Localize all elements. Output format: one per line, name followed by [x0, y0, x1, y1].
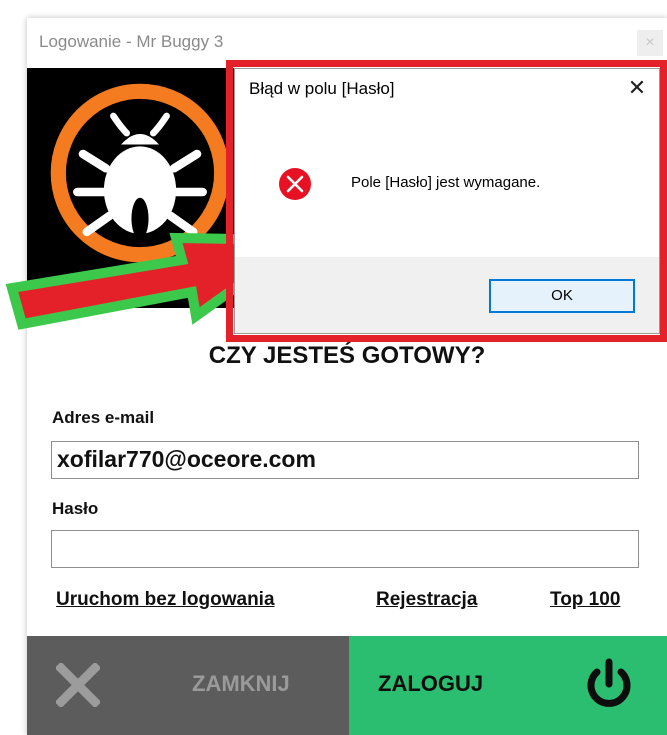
register-link[interactable]: Rejestracja: [376, 589, 477, 611]
dialog-message: Pole [Hasło] jest wymagane.: [351, 174, 541, 191]
ok-button[interactable]: OK: [489, 279, 635, 313]
password-label: Hasło: [52, 499, 99, 518]
login-button[interactable]: ZALOGUJ: [349, 636, 667, 735]
error-icon: [279, 168, 311, 200]
window-close-button[interactable]: ×: [637, 30, 663, 56]
window-title: Logowanie - Mr Buggy 3: [39, 32, 224, 51]
run-without-login-link[interactable]: Uruchom bez logowania: [56, 589, 275, 611]
email-label: Adres e-mail: [52, 408, 155, 427]
x-icon: [56, 663, 100, 707]
password-field[interactable]: [51, 530, 639, 568]
dialog-body: Pole [Hasło] jest wymagane.: [235, 109, 659, 257]
dialog-footer: OK: [235, 257, 659, 333]
power-icon: [587, 658, 631, 707]
top100-link[interactable]: Top 100: [550, 589, 620, 611]
error-dialog: Błąd w polu [Hasło] ✕ Pole [Hasło] jest …: [234, 68, 660, 334]
dialog-close-button[interactable]: ✕: [625, 77, 649, 101]
login-button-label: ZALOGUJ: [378, 671, 484, 696]
close-button[interactable]: ZAMKNIJ: [27, 636, 349, 735]
dialog-title: Błąd w polu [Hasło]: [249, 79, 395, 98]
email-value: xofilar770@oceore.com: [57, 446, 316, 472]
close-button-label: ZAMKNIJ: [192, 671, 290, 696]
email-field[interactable]: xofilar770@oceore.com: [51, 441, 639, 479]
headline: CZY JESTEŚ GOTOWY?: [208, 342, 486, 369]
